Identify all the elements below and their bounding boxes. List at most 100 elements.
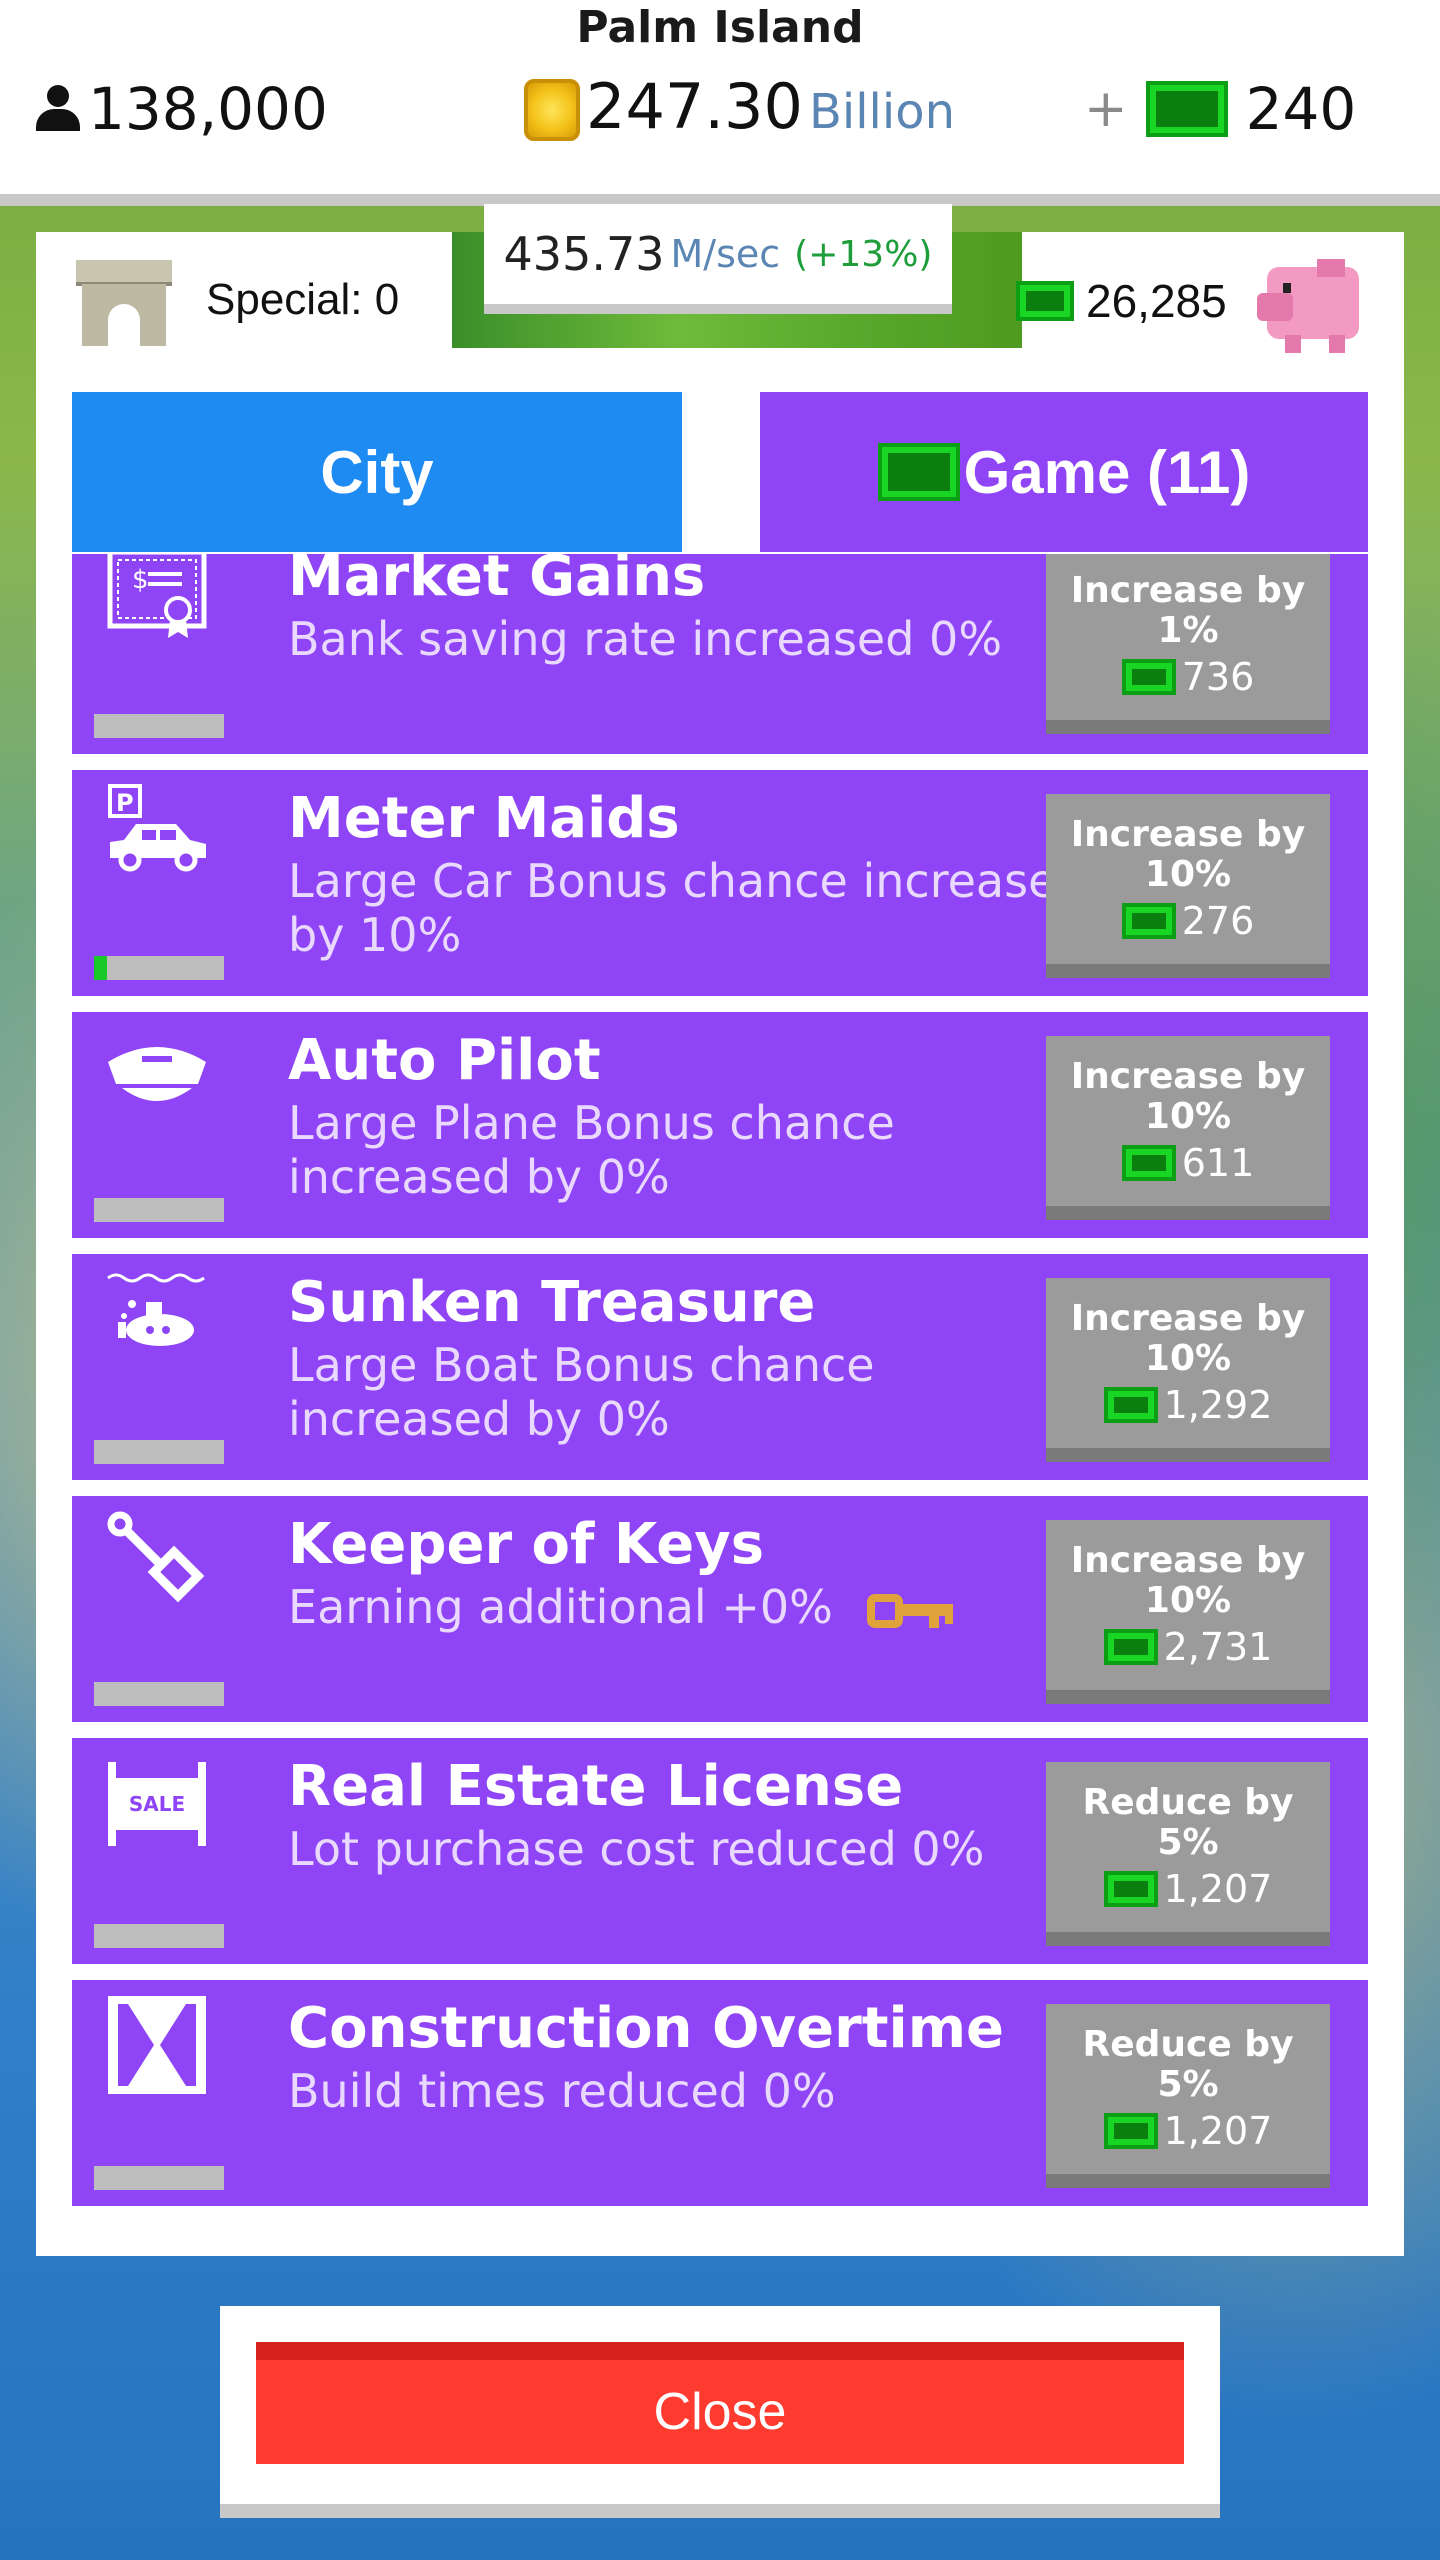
upgrade-cost: 2,731 [1103, 1625, 1273, 1669]
svg-text:$: $ [132, 565, 149, 595]
cash-icon [877, 443, 960, 501]
tab-game[interactable]: Game (11) [760, 392, 1368, 552]
money-value: 247.30 [586, 70, 803, 143]
upgrade-buy-button[interactable]: Increase by 1% 736 [1046, 554, 1330, 734]
money-unit: Billion [808, 84, 956, 140]
upgrade-cost: 1,292 [1103, 1383, 1273, 1427]
tab-game-label: Game (11) [963, 438, 1251, 506]
upgrade-name: Meter Maids [288, 786, 680, 851]
upgrade-cost: 276 [1121, 899, 1255, 943]
cash-icon [1103, 1387, 1158, 1423]
upgrade-buy-label: Reduce by 5% [1082, 1782, 1294, 1863]
person-icon [36, 85, 80, 133]
cash-icon [1103, 2113, 1158, 2149]
upgrade-cost-value: 1,292 [1163, 1383, 1273, 1427]
population-value: 138,000 [88, 75, 328, 143]
cash-icon [1145, 81, 1228, 137]
close-button-label: Close [653, 2383, 787, 2441]
upgrade-progress [94, 1198, 224, 1222]
arch-landmark-icon [76, 254, 172, 346]
upgrade-cost-value: 2,731 [1163, 1625, 1273, 1669]
upgrade-progress-fill [94, 956, 107, 980]
upgrade-row: Keeper of Keys Earning additional +0% In… [72, 1496, 1368, 1722]
upgrade-name: Market Gains [288, 554, 706, 609]
cash-icon [1103, 1629, 1158, 1665]
tab-city-label: City [320, 438, 434, 506]
cash-icon [1121, 659, 1176, 695]
close-button[interactable]: Close [256, 2342, 1184, 2464]
upgrade-cost-value: 276 [1181, 899, 1255, 943]
buy-cash-button[interactable]: + 240 [1084, 74, 1356, 144]
hourglass-icon [108, 1996, 206, 2094]
tab-city[interactable]: City [72, 392, 682, 552]
upgrade-row: P Meter Maids Large Car Bonus chance inc… [72, 770, 1368, 996]
upgrade-buy-label: Reduce by 5% [1082, 2024, 1294, 2105]
upgrade-buy-button[interactable]: Increase by 10% 2,731 [1046, 1520, 1330, 1704]
upgrade-description: Bank saving rate increased 0% [288, 612, 1003, 666]
upgrade-name: Construction Overtime [288, 1996, 1005, 2061]
upgrade-description: Large Car Bonus chance increased by 10% [288, 854, 1086, 962]
sale-sign-text: SALE [129, 1792, 185, 1816]
pilot-cap-icon [108, 1047, 206, 1101]
upgrade-row: SALE Real Estate License Lot purchase co… [72, 1738, 1368, 1964]
money-display: 247.30 Billion [524, 70, 955, 150]
upgrade-cost: 1,207 [1103, 1867, 1273, 1911]
upgrade-description-line: Earning additional +0% [288, 1580, 1088, 1634]
upgrade-cost-value: 736 [1181, 655, 1255, 699]
upgrade-buy-button[interactable]: Reduce by 5% 1,207 [1046, 2004, 1330, 2188]
upgrade-row: Sunken Treasure Large Boat Bonus chance … [72, 1254, 1368, 1480]
piggy-bank[interactable]: 26,285 [1016, 246, 1367, 356]
upgrade-buy-label: Increase by 10% [1070, 1298, 1306, 1379]
upgrade-name: Auto Pilot [288, 1028, 601, 1093]
income-rate-bonus: (+13%) [794, 233, 933, 275]
upgrade-cost: 1,207 [1103, 2109, 1272, 2153]
upgrade-description: Large Boat Bonus chance increased by 0% [288, 1338, 875, 1446]
piggy-bank-icon [1256, 249, 1367, 353]
sale-sign-icon: SALE [108, 1762, 206, 1846]
bank-cash-value: 26,285 [1086, 275, 1227, 327]
upgrade-buy-label: Increase by 10% [1070, 814, 1306, 895]
upgrade-cost: 611 [1121, 1141, 1255, 1185]
special-counter[interactable]: Special: 0 [76, 250, 399, 350]
cash-count: 240 [1245, 75, 1357, 143]
upgrade-description: Lot purchase cost reduced 0% [288, 1822, 985, 1876]
gold-key-icon [867, 1593, 954, 1628]
upgrade-list[interactable]: $ Market Gains Bank saving rate increase… [72, 554, 1368, 2208]
key-outline-icon [107, 1511, 205, 1603]
special-label: Special: 0 [206, 275, 400, 324]
plus-icon: + [1084, 79, 1128, 139]
upgrade-progress [94, 956, 224, 980]
upgrade-progress [94, 1440, 224, 1464]
parking-sign-text: P [116, 789, 134, 817]
upgrade-buy-label: Increase by 10% [1070, 1540, 1306, 1621]
upgrade-progress [94, 1682, 224, 1706]
population-display: 138,000 [36, 74, 328, 144]
cash-icon [1016, 281, 1074, 321]
upgrade-cost-value: 1,207 [1163, 1867, 1273, 1911]
upgrade-buy-button[interactable]: Increase by 10% 276 [1046, 794, 1330, 978]
upgrade-buy-button[interactable]: Reduce by 5% 1,207 [1046, 1762, 1330, 1946]
certificate-icon: $ [107, 554, 207, 638]
upgrade-buy-label: Increase by 10% [1070, 1056, 1306, 1137]
upgrade-cost-value: 611 [1181, 1141, 1255, 1185]
top-bar: Palm Island 138,000 247.30 Billion + 240 [0, 0, 1440, 206]
upgrade-buy-button[interactable]: Increase by 10% 611 [1046, 1036, 1330, 1220]
upgrade-name: Real Estate License [288, 1754, 904, 1819]
income-rate: 435.73 M/sec (+13%) [484, 204, 952, 314]
upgrades-panel: 435.73 M/sec (+13%) Special: 0 26,285 Ci… [36, 204, 1404, 2256]
coin-icon [524, 79, 580, 141]
submarine-icon [107, 1273, 205, 1346]
cash-icon [1103, 1871, 1158, 1907]
upgrade-cost: 736 [1121, 655, 1255, 699]
income-rate-unit: M/sec [670, 232, 781, 276]
car-parking-icon: P [108, 784, 206, 872]
upgrade-row: Construction Overtime Build times reduce… [72, 1980, 1368, 2206]
upgrade-name: Sunken Treasure [288, 1270, 816, 1335]
upgrade-description: Large Plane Bonus chance increased by 0% [288, 1096, 895, 1204]
cash-icon [1121, 903, 1176, 939]
upgrade-progress [94, 714, 224, 738]
upgrade-buy-label: Increase by 1% [1070, 570, 1306, 651]
upgrade-description: Build times reduced 0% [288, 2064, 836, 2118]
upgrade-row: $ Market Gains Bank saving rate increase… [72, 554, 1368, 754]
upgrade-buy-button[interactable]: Increase by 10% 1,292 [1046, 1278, 1330, 1462]
